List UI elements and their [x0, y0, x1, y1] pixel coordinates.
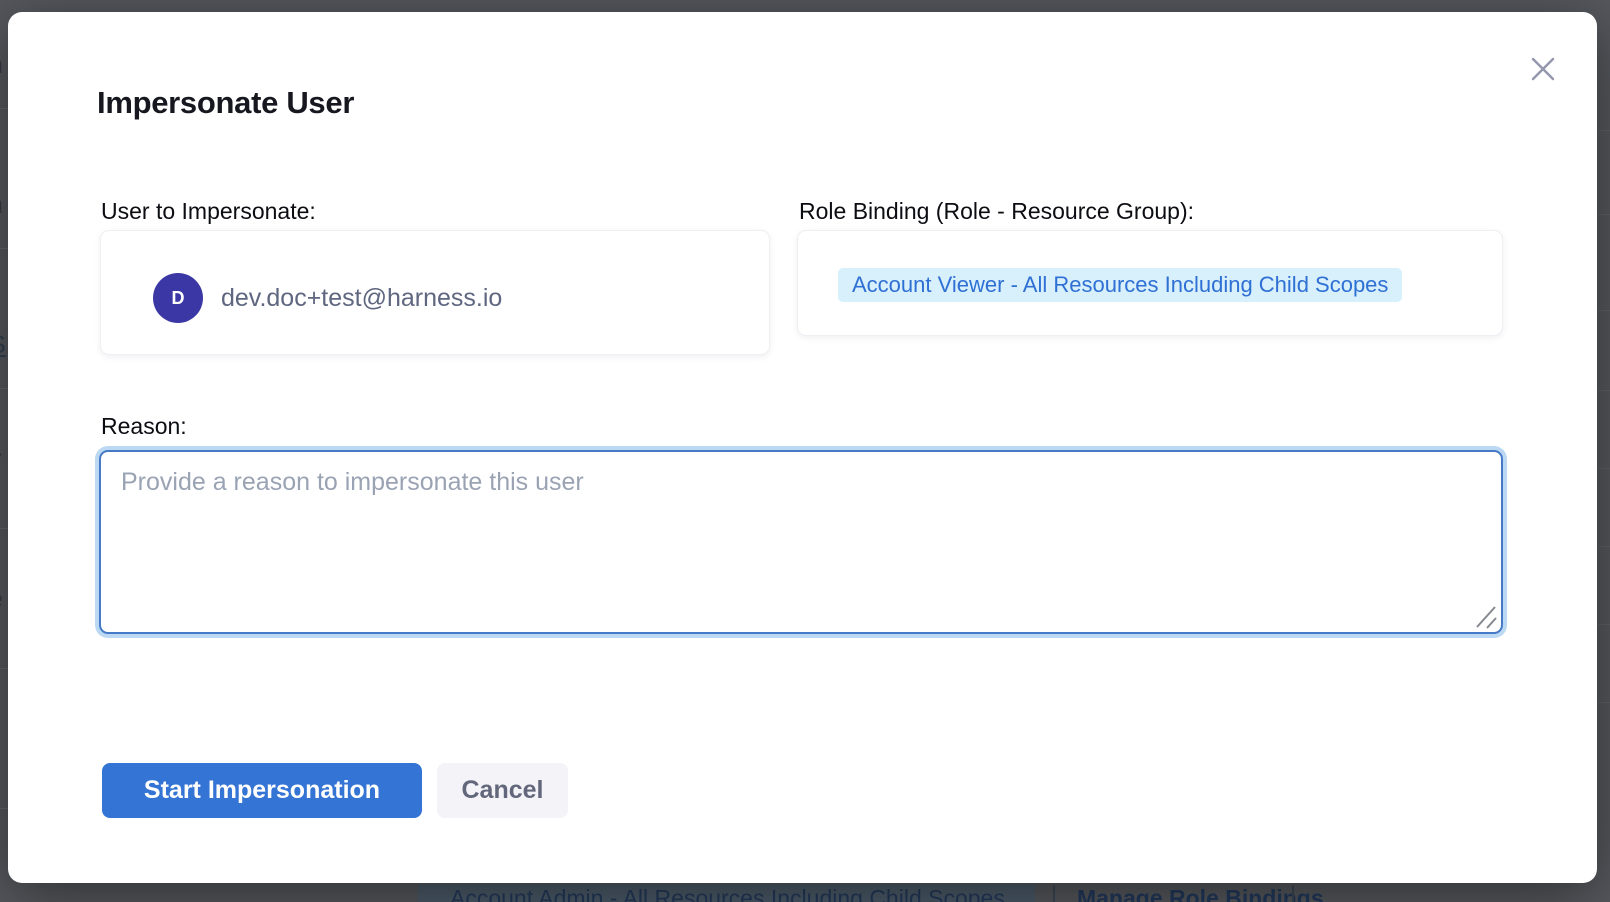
- bg-table-divider: [0, 668, 8, 669]
- user-card: D dev.doc+test@harness.io: [100, 230, 770, 355]
- user-email: dev.doc+test@harness.io: [221, 273, 502, 323]
- resize-handle-icon[interactable]: [1474, 600, 1500, 630]
- screen: n n S v e t Account Admin - All Resource…: [0, 0, 1610, 902]
- role-binding-card: Account Viewer - All Resources Including…: [797, 230, 1503, 336]
- bg-table-divider: [1598, 214, 1610, 215]
- bg-manage-role-bindings-link: Manage Role Bindings: [1077, 884, 1324, 902]
- start-impersonation-button[interactable]: Start Impersonation: [102, 763, 422, 818]
- bg-role-binding-tag: Account Admin - All Resources Including …: [418, 884, 1035, 902]
- role-binding-label: Role Binding (Role - Resource Group):: [799, 196, 1194, 226]
- reason-label: Reason:: [101, 411, 187, 441]
- bg-table-divider: [1598, 390, 1610, 391]
- bg-table-divider: [1598, 702, 1610, 703]
- role-binding-tag: Account Viewer - All Resources Including…: [838, 268, 1402, 302]
- bg-table-divider: [0, 528, 8, 529]
- reason-textarea[interactable]: [99, 450, 1503, 634]
- bg-table-divider: [0, 108, 8, 109]
- bg-table-divider: [1598, 468, 1610, 469]
- cancel-button[interactable]: Cancel: [437, 763, 568, 818]
- bg-table-divider: [0, 388, 8, 389]
- bg-separator: [1053, 885, 1055, 902]
- bg-table-divider: [1598, 310, 1610, 311]
- bg-table-divider: [1598, 546, 1610, 547]
- user-to-impersonate-label: User to Impersonate:: [101, 196, 316, 226]
- bg-table-divider: [0, 808, 8, 809]
- close-button[interactable]: [1524, 50, 1562, 88]
- impersonate-user-modal: Impersonate User User to Impersonate: D …: [8, 12, 1597, 883]
- bg-table-divider: [0, 248, 8, 249]
- bg-table-divider: [1598, 624, 1610, 625]
- bg-separator: [1292, 885, 1294, 902]
- bg-table-divider: [1598, 130, 1610, 131]
- close-icon: [1529, 55, 1557, 83]
- user-avatar: D: [153, 273, 203, 323]
- modal-title: Impersonate User: [97, 84, 354, 122]
